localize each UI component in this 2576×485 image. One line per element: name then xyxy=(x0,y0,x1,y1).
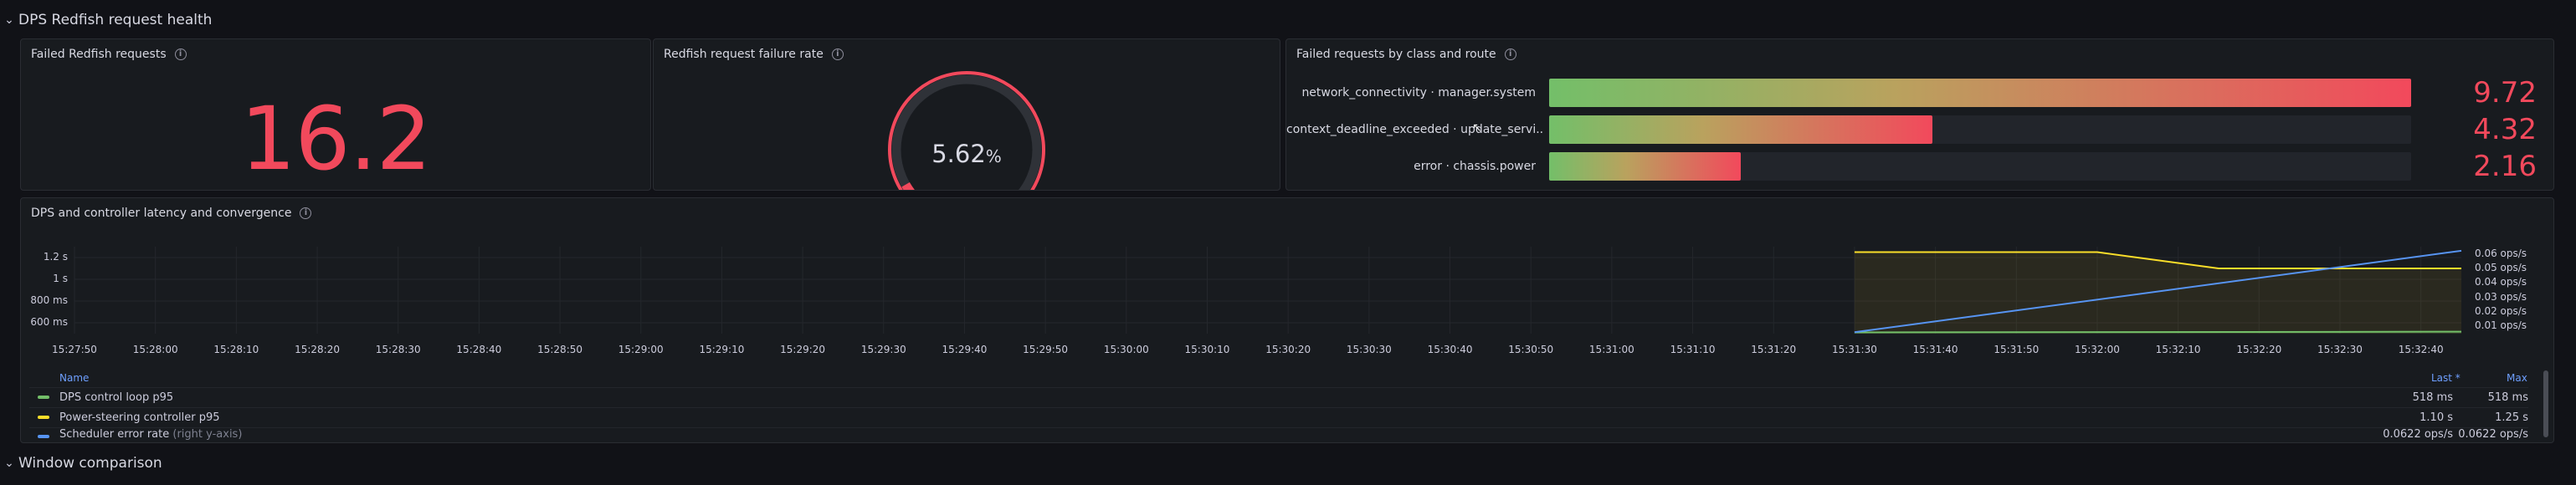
bar-fill xyxy=(1549,79,2411,107)
legend-last: 1.10 s xyxy=(2419,411,2453,424)
x-axis-tick: 15:28:30 xyxy=(375,344,421,355)
legend-item[interactable]: DPS control loop p95 518 ms 518 ms xyxy=(29,387,2528,406)
x-axis-tick: 15:28:10 xyxy=(213,344,259,355)
x-axis-tick: 15:30:40 xyxy=(1427,344,1473,355)
legend-max: 518 ms xyxy=(2487,391,2528,404)
x-axis-tick: 15:32:00 xyxy=(2074,344,2120,355)
legend-header-max[interactable]: Max xyxy=(2507,372,2527,384)
x-axis-tick: 15:29:40 xyxy=(942,344,988,355)
bar-track xyxy=(1549,79,2411,107)
info-icon[interactable]: i xyxy=(300,207,312,219)
x-axis-tick: 15:31:40 xyxy=(1912,344,1958,355)
x-axis-tick: 15:29:00 xyxy=(618,344,664,355)
x-axis-tick: 15:29:50 xyxy=(1023,344,1069,355)
x-axis-tick: 15:32:30 xyxy=(2317,344,2363,355)
x-axis-tick: 15:32:20 xyxy=(2236,344,2282,355)
x-axis-tick: 15:27:50 xyxy=(52,344,97,355)
legend-last: 518 ms xyxy=(2412,391,2453,404)
bar-row: error · chassis.power 2.16 xyxy=(1286,150,2553,183)
x-axis-tick: 15:32:40 xyxy=(2398,344,2444,355)
info-icon[interactable]: i xyxy=(174,48,187,60)
legend-item[interactable]: Power-steering controller p95 1.10 s 1.2… xyxy=(29,407,2528,426)
gauge-fill xyxy=(901,181,915,190)
legend-max: 0.0622 ops/s xyxy=(2458,428,2528,441)
bar-track xyxy=(1549,152,2411,181)
bar-gauge-panel: Failed requests by class and route i net… xyxy=(1285,38,2554,191)
bar-label: network_connectivity · manager.system xyxy=(1301,86,1536,100)
series-line xyxy=(1854,330,2462,334)
x-axis-tick: 15:28:40 xyxy=(456,344,502,355)
legend-header-last[interactable]: Last * xyxy=(2431,372,2461,384)
y-axis-tick-right: 0.02 ops/s xyxy=(2475,305,2527,317)
x-axis-tick: 15:30:20 xyxy=(1265,344,1311,355)
x-axis-tick: 15:32:10 xyxy=(2155,344,2201,355)
bar-fill xyxy=(1549,152,1741,181)
row-header-dps[interactable]: ⌄ DPS Redfish request health xyxy=(0,5,212,35)
bar-label: context_deadline_exceeded · update_servi… xyxy=(1286,123,1544,136)
chevron-down-icon[interactable]: ⌄ xyxy=(0,457,18,470)
x-axis-tick: 15:31:10 xyxy=(1670,344,1716,355)
chevron-down-icon[interactable]: ⌄ xyxy=(0,13,18,27)
row-title: DPS Redfish request health xyxy=(18,12,213,28)
bar-track xyxy=(1549,115,2411,144)
bar-value: 9.72 xyxy=(2473,76,2537,110)
y-axis-tick-left: 600 ms xyxy=(30,316,68,328)
legend-max: 1.25 s xyxy=(2495,411,2528,424)
x-axis-tick: 15:28:20 xyxy=(295,344,340,355)
bar-row: network_connectivity · manager.system 9.… xyxy=(1286,76,2553,110)
legend-name: Power-steering controller p95 xyxy=(59,411,220,424)
legend-swatch xyxy=(38,435,49,438)
x-axis-tick: 15:28:50 xyxy=(537,344,583,355)
x-axis-tick: 15:28:00 xyxy=(132,344,178,355)
legend-name: Scheduler error rate (right y-axis) xyxy=(59,428,243,441)
gauge-value: 5.62% xyxy=(931,140,1002,168)
x-axis-tick: 15:29:10 xyxy=(699,344,745,355)
y-axis-tick-left: 800 ms xyxy=(30,294,68,306)
y-axis-tick-right: 0.03 ops/s xyxy=(2475,290,2527,303)
x-axis-tick: 15:30:30 xyxy=(1346,344,1392,355)
bar-label: error · chassis.power xyxy=(1414,160,1536,173)
row-title: Window comparison xyxy=(18,455,162,472)
legend-scrollbar[interactable] xyxy=(2543,370,2548,437)
legend-header-name[interactable]: Name xyxy=(59,372,89,384)
legend-swatch xyxy=(38,416,49,419)
row-header-window-comparison[interactable]: ⌄ Window comparison xyxy=(0,448,162,478)
x-axis-tick: 15:29:30 xyxy=(860,344,906,355)
x-axis-tick: 15:30:10 xyxy=(1184,344,1230,355)
y-axis-tick-right: 0.04 ops/s xyxy=(2475,276,2527,288)
gauge-track xyxy=(891,74,1042,190)
mouse-cursor-icon: ↖ xyxy=(1472,121,1482,135)
y-axis-tick-left: 1.2 s xyxy=(43,251,68,263)
y-axis-tick-left: 1 s xyxy=(53,273,68,284)
x-axis-tick: 15:31:50 xyxy=(1994,344,2040,355)
legend-swatch xyxy=(38,396,49,399)
bar-fill xyxy=(1549,115,1932,144)
x-axis-tick: 15:30:50 xyxy=(1508,344,1554,355)
timeseries-panel: DPS and controller latency and convergen… xyxy=(20,197,2554,443)
x-axis-tick: 15:30:00 xyxy=(1103,344,1149,355)
panel-title: Failed Redfish requests i xyxy=(31,48,187,61)
x-axis-tick: 15:29:20 xyxy=(780,344,826,355)
stat-panel: Failed Redfish requests i 16.2 xyxy=(20,38,651,191)
x-axis-tick: 15:31:20 xyxy=(1751,344,1797,355)
bar-value: 2.16 xyxy=(2473,150,2537,183)
panel-title: DPS and controller latency and convergen… xyxy=(31,207,312,220)
info-icon[interactable]: i xyxy=(1504,48,1516,60)
y-axis-tick-right: 0.01 ops/s xyxy=(2475,319,2527,332)
bar-value: 4.32 xyxy=(2473,113,2537,146)
x-axis-tick: 15:31:30 xyxy=(1831,344,1877,355)
panel-title: Failed requests by class and route i xyxy=(1296,48,1516,61)
timeseries-chart[interactable] xyxy=(21,240,2553,407)
y-axis-tick-right: 0.06 ops/s xyxy=(2475,247,2527,259)
legend-name: DPS control loop p95 xyxy=(59,391,174,404)
legend-last: 0.0622 ops/s xyxy=(2383,428,2453,441)
y-axis-tick-right: 0.05 ops/s xyxy=(2475,262,2527,273)
gauge-threshold-ring xyxy=(888,71,1045,190)
gauge-panel: Redfish request failure rate i 5.62% xyxy=(653,38,1280,191)
stat-value: 16.2 xyxy=(240,88,432,190)
x-axis-tick: 15:31:00 xyxy=(1588,344,1634,355)
legend-item[interactable]: Scheduler error rate (right y-axis) 0.06… xyxy=(29,427,2528,443)
series-area xyxy=(1854,252,2461,334)
